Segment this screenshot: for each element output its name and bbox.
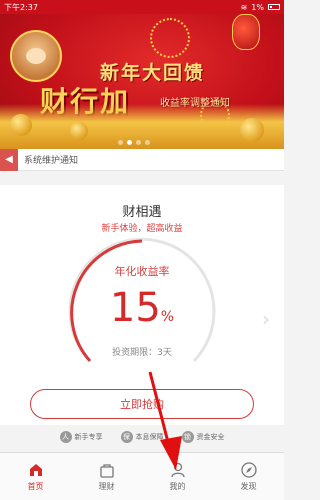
feature-item: 保 本息保障 <box>120 431 164 443</box>
feature-badges: 人 新手专享 保 本息保障 锁 资金安全 <box>0 425 284 449</box>
wifi-icon: ≋ <box>240 2 248 12</box>
speaker-icon: ◀ <box>0 148 18 171</box>
rate-label: 年化收益率 <box>114 265 170 278</box>
firework-decoration <box>150 18 190 58</box>
coin-decoration <box>10 114 32 136</box>
rate-display: 15% <box>0 285 284 331</box>
tab-discover[interactable]: 发现 <box>213 453 284 500</box>
tab-label: 我的 <box>169 482 186 491</box>
rate-value: 15 <box>109 285 161 331</box>
bottom-tab-bar: 首页 理财 我的 发现 <box>0 452 284 500</box>
carousel-indicator[interactable] <box>118 140 150 145</box>
home-icon <box>29 464 42 476</box>
tab-label: 理财 <box>98 482 115 491</box>
bag-icon <box>99 464 114 478</box>
investment-term: 投资期限：3天 <box>112 348 172 358</box>
feature-item: 人 新手专享 <box>59 431 103 443</box>
tab-home[interactable]: 首页 <box>0 453 71 500</box>
tab-mine[interactable]: 我的 <box>142 453 213 500</box>
product-name: 财相遇 <box>122 205 162 220</box>
feature-label: 新手专享 <box>74 433 103 441</box>
shield-icon: 保 <box>120 431 133 443</box>
carousel-dot[interactable] <box>136 140 141 145</box>
tab-finance[interactable]: 理财 <box>71 453 142 500</box>
promo-banner[interactable]: 新年大回馈 财行加 收益率调整通知 <box>0 14 284 149</box>
lantern-icon <box>232 14 260 50</box>
lock-icon: 锁 <box>181 431 194 443</box>
carousel-dot-active[interactable] <box>127 140 132 145</box>
battery-icon <box>268 4 280 10</box>
feature-label: 资金安全 <box>196 433 225 441</box>
person-icon <box>170 462 185 478</box>
notice-bar[interactable]: ◀ 系统维护通知 <box>0 148 284 171</box>
rate-unit: % <box>160 309 175 325</box>
tab-label: 首页 <box>27 482 44 491</box>
carousel-dot[interactable] <box>145 140 150 145</box>
monkey-mascot-icon <box>10 30 62 82</box>
status-bar: 下午2:37 ≋ 1% <box>0 0 284 14</box>
product-card[interactable]: 财相遇 新手体验，超高收益 年化收益率 15% 投资期限：3天 › 立即抢购 <box>0 185 284 425</box>
coin-decoration <box>240 118 264 142</box>
battery-percent: 1% <box>251 2 264 12</box>
chevron-right-icon[interactable]: › <box>262 307 270 331</box>
feature-label: 本息保障 <box>135 433 164 441</box>
buy-now-button[interactable]: 立即抢购 <box>30 389 254 419</box>
user-icon: 人 <box>59 431 72 443</box>
compass-icon <box>240 462 257 478</box>
carousel-dot[interactable] <box>118 140 123 145</box>
tab-label: 发现 <box>240 482 257 491</box>
notice-text: 系统维护通知 <box>24 156 79 166</box>
feature-item: 锁 资金安全 <box>181 431 225 443</box>
status-time: 下午2:37 <box>4 2 38 12</box>
coin-decoration <box>70 122 88 140</box>
status-icons: ≋ 1% <box>241 3 280 12</box>
